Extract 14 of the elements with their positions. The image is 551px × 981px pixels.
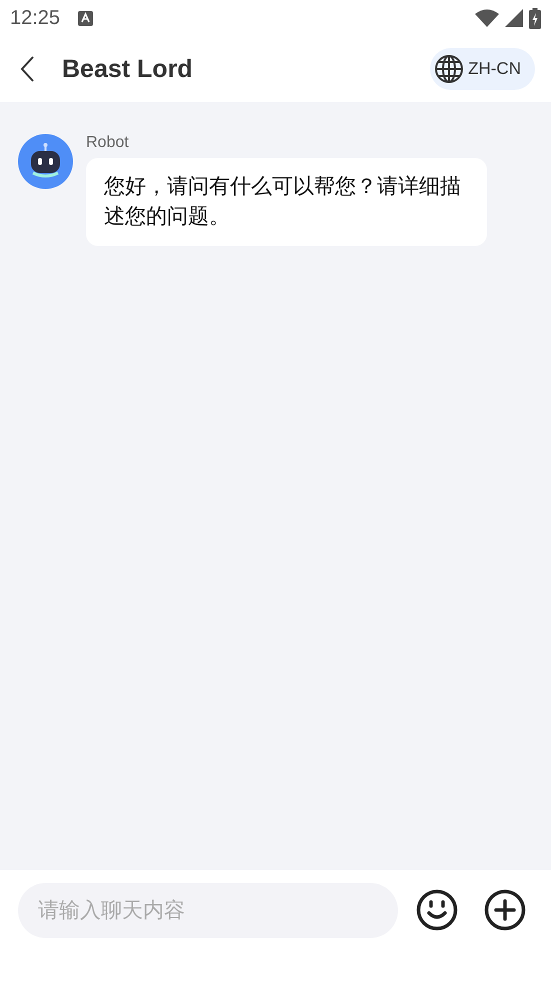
robot-avatar-icon xyxy=(18,134,73,189)
globe-icon xyxy=(434,54,464,84)
message-input-field[interactable]: 请输入聊天内容 xyxy=(18,883,398,938)
language-button[interactable]: ZH-CN xyxy=(430,48,535,90)
battery-icon xyxy=(529,8,541,28)
status-time: 12:25 xyxy=(10,6,60,30)
keyboard-icon xyxy=(78,10,94,26)
message-bubble: 您好，请问有什么可以帮您？请详细描述您的问题。 xyxy=(86,158,487,246)
signal-icon xyxy=(505,9,523,27)
add-button[interactable] xyxy=(484,889,526,931)
emoji-button[interactable] xyxy=(416,889,458,931)
page-title: Beast Lord xyxy=(62,54,193,84)
wifi-icon xyxy=(475,9,499,27)
sender-name: Robot xyxy=(86,134,130,152)
